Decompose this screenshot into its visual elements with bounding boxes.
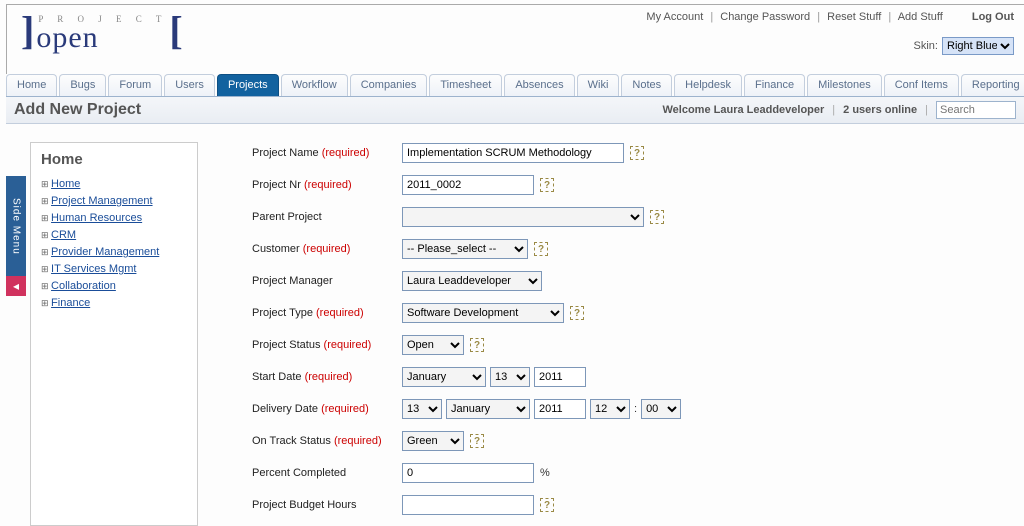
tab-bugs[interactable]: Bugs	[59, 74, 106, 96]
link-reset-stuff[interactable]: Reset Stuff	[827, 11, 881, 23]
link-change-password[interactable]: Change Password	[720, 11, 810, 23]
page-title: Add New Project	[14, 101, 141, 119]
sidebar-panel: Home Home Project Management Human Resourc…	[30, 142, 198, 526]
start-year-input[interactable]	[534, 367, 586, 387]
label-project-nr: Project Nr	[252, 179, 301, 191]
tab-reporting[interactable]: Reporting	[961, 74, 1024, 96]
tab-absences[interactable]: Absences	[504, 74, 574, 96]
tab-users[interactable]: Users	[164, 74, 215, 96]
search-input[interactable]	[936, 101, 1016, 119]
label-delivery-date: Delivery Date	[252, 403, 318, 415]
sidebar-link[interactable]: Project Management	[51, 195, 153, 207]
delivery-month-select[interactable]: January	[446, 399, 530, 419]
label-start-date: Start Date	[252, 371, 302, 383]
help-icon[interactable]: ?	[470, 434, 484, 448]
tab-wiki[interactable]: Wiki	[577, 74, 620, 96]
label-project-status: Project Status	[252, 339, 320, 351]
start-month-select[interactable]: January	[402, 367, 486, 387]
tab-helpdesk[interactable]: Helpdesk	[674, 74, 742, 96]
help-icon[interactable]: ?	[470, 338, 484, 352]
sidebar-link[interactable]: Home	[51, 178, 80, 190]
users-online-link[interactable]: 2 users online	[843, 104, 917, 116]
delivery-hour-select[interactable]: 12	[590, 399, 630, 419]
bracket-left-icon: ]	[21, 11, 34, 51]
side-menu-expand-icon[interactable]: ◂	[6, 276, 26, 296]
sidebar-link[interactable]: IT Services Mgmt	[51, 263, 136, 275]
project-status-select[interactable]: Open	[402, 335, 464, 355]
delivery-minute-select[interactable]: 00	[641, 399, 681, 419]
sidebar-item-it-services-mgmt[interactable]: IT Services Mgmt	[41, 261, 187, 278]
sidebar-item-provider-management[interactable]: Provider Management	[41, 244, 187, 261]
link-add-stuff[interactable]: Add Stuff	[898, 11, 943, 23]
link-my-account[interactable]: My Account	[646, 11, 703, 23]
sidebar-link[interactable]: Finance	[51, 297, 90, 309]
link-log-out[interactable]: Log Out	[972, 11, 1014, 23]
label-percent-completed: Percent Completed	[252, 467, 402, 479]
sidebar-item-crm[interactable]: CRM	[41, 227, 187, 244]
welcome-text: Welcome Laura Leaddeveloper	[662, 104, 824, 116]
sidebar-item-home[interactable]: Home	[41, 176, 187, 193]
help-icon[interactable]: ?	[570, 306, 584, 320]
main-tabs: HomeBugsForumUsersProjectsWorkflowCompan…	[6, 74, 1024, 97]
project-name-input[interactable]	[402, 143, 624, 163]
help-icon[interactable]: ?	[540, 178, 554, 192]
sidebar-link[interactable]: Human Resources	[51, 212, 142, 224]
label-budget-hours: Project Budget Hours	[252, 499, 402, 511]
percent-symbol: %	[540, 467, 550, 479]
brand-open-word: open	[36, 24, 167, 51]
sidebar-item-finance[interactable]: Finance	[41, 295, 187, 312]
tab-workflow[interactable]: Workflow	[281, 74, 348, 96]
help-icon[interactable]: ?	[534, 242, 548, 256]
skin-select[interactable]: Right Blue	[942, 37, 1014, 55]
tab-timesheet[interactable]: Timesheet	[429, 74, 502, 96]
sidebar-link[interactable]: Provider Management	[51, 246, 159, 258]
customer-select[interactable]: -- Please_select --	[402, 239, 528, 259]
skin-label: Skin:	[914, 40, 938, 52]
tab-finance[interactable]: Finance	[744, 74, 805, 96]
side-menu-tab[interactable]: Side Menu	[6, 176, 26, 276]
budget-hours-input[interactable]	[402, 495, 534, 515]
parent-project-select[interactable]	[402, 207, 644, 227]
sidebar-item-project-management[interactable]: Project Management	[41, 193, 187, 210]
label-project-manager: Project Manager	[252, 275, 402, 287]
help-icon[interactable]: ?	[540, 498, 554, 512]
project-type-select[interactable]: Software Development	[402, 303, 564, 323]
delivery-day-select[interactable]: 13	[402, 399, 442, 419]
label-customer: Customer	[252, 243, 300, 255]
delivery-year-input[interactable]	[534, 399, 586, 419]
label-parent-project: Parent Project	[252, 211, 402, 223]
tab-conf-items[interactable]: Conf Items	[884, 74, 959, 96]
project-nr-input[interactable]	[402, 175, 534, 195]
tab-forum[interactable]: Forum	[108, 74, 162, 96]
tab-projects[interactable]: Projects	[217, 74, 279, 96]
on-track-select[interactable]: Green	[402, 431, 464, 451]
help-icon[interactable]: ?	[650, 210, 664, 224]
brand-logo: ] P R O J E C T open [	[21, 11, 183, 51]
tab-notes[interactable]: Notes	[621, 74, 672, 96]
sidebar-link[interactable]: CRM	[51, 229, 76, 241]
tab-milestones[interactable]: Milestones	[807, 74, 882, 96]
sidebar-item-human-resources[interactable]: Human Resources	[41, 210, 187, 227]
start-day-select[interactable]: 13	[490, 367, 530, 387]
sidebar-link[interactable]: Collaboration	[51, 280, 116, 292]
percent-completed-input[interactable]	[402, 463, 534, 483]
bracket-right-icon: [	[169, 11, 182, 51]
label-on-track: On Track Status	[252, 435, 331, 447]
new-project-form: Project Name (required) ? Project Nr (re…	[252, 142, 681, 526]
project-manager-select[interactable]: Laura Leaddeveloper	[402, 271, 542, 291]
tab-companies[interactable]: Companies	[350, 74, 428, 96]
sidebar-item-collaboration[interactable]: Collaboration	[41, 278, 187, 295]
help-icon[interactable]: ?	[630, 146, 644, 160]
label-project-type: Project Type	[252, 307, 313, 319]
label-project-name: Project Name	[252, 147, 319, 159]
sidebar-title: Home	[41, 151, 187, 168]
tab-home[interactable]: Home	[6, 74, 57, 96]
